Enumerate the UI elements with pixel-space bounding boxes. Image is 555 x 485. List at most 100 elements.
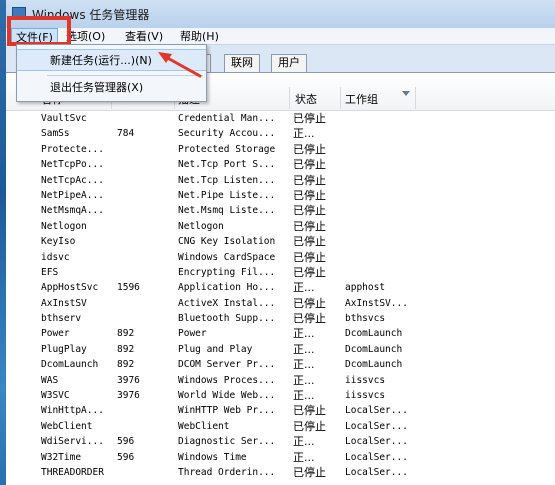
service-status: 已停止: [293, 142, 326, 156]
menu-help[interactable]: 帮助(H): [176, 28, 223, 45]
window-title: Windows 任务管理器: [32, 8, 150, 22]
service-name: AppHostSvc: [41, 282, 99, 294]
service-status: 正...: [293, 450, 315, 464]
service-name: NetTcpAc...: [41, 174, 104, 186]
service-row[interactable]: NetTcpAc... Net.Tcp Listen... 已停止: [6, 173, 555, 188]
service-group: DcomLaunch: [345, 328, 403, 340]
service-status: 已停止: [293, 419, 326, 433]
service-name: SamSs: [41, 128, 70, 140]
service-row[interactable]: WdiServi... 596 Diagnostic Ser... 正... Local…: [6, 434, 555, 449]
service-description: WebClient: [178, 420, 230, 432]
service-description: Windows CardSpace: [178, 251, 276, 263]
service-status: 正...: [293, 127, 315, 141]
service-group: AxInstSV...: [345, 297, 408, 309]
title-bar: Windows 任务管理器: [6, 0, 555, 28]
service-row[interactable]: Power 892 Power 正... DcomLaunch: [6, 326, 555, 341]
column-divider[interactable]: [289, 87, 290, 109]
service-row[interactable]: DcomLaunch 892 DCOM Server Pr... 正... DcomLa…: [6, 357, 555, 372]
service-row[interactable]: W32Time 596 Windows Time 正... LocalSer...: [6, 450, 555, 465]
service-description: Windows Proces...: [178, 374, 276, 386]
tab-networking[interactable]: 联网: [224, 54, 260, 72]
service-pid: 892: [117, 343, 135, 355]
service-status: 正...: [293, 389, 315, 403]
service-group: iissvcs: [345, 374, 386, 386]
service-row[interactable]: WinHttpA... WinHTTP Web Pr... 已停止 LocalSer.…: [6, 403, 555, 418]
column-header-group[interactable]: 工作组: [345, 91, 378, 107]
service-description: ActiveX Instal...: [178, 297, 276, 309]
service-pid: 892: [117, 328, 135, 340]
sort-arrow-icon: [402, 91, 410, 96]
service-name: THREADORDER: [41, 466, 104, 478]
column-header-status[interactable]: 状态: [295, 91, 317, 107]
service-status: 已停止: [293, 296, 326, 310]
service-row[interactable]: WAS 3976 Windows Proces... 正... iissvcs: [6, 373, 555, 388]
service-status: 已停止: [293, 235, 326, 249]
service-description: Net.Tcp Listen...: [178, 174, 276, 186]
service-pid: 596: [117, 451, 135, 463]
service-name: NetTcpPo...: [41, 159, 104, 171]
service-description: WinHTTP Web Pr...: [178, 405, 276, 417]
tab-users[interactable]: 用户: [271, 54, 307, 72]
service-description: Power: [178, 328, 207, 340]
service-name: Protecte...: [41, 143, 104, 155]
service-row[interactable]: NetTcpPo... Net.Tcp Port S... 已停止: [6, 157, 555, 172]
task-manager-window: Windows 任务管理器 文件(F) 选项(O) 查看(V) 帮助(H) 能 …: [6, 0, 555, 485]
service-row[interactable]: SamSs 784 Security Accou... 正...: [6, 126, 555, 141]
menu-item-exit[interactable]: 退出任务管理器(X): [17, 77, 206, 99]
service-name: VaultSvc: [41, 113, 87, 124]
service-row[interactable]: Netlogon Netlogon 已停止: [6, 219, 555, 234]
task-manager-icon: [12, 7, 26, 19]
service-description: CNG Key Isolation: [178, 236, 276, 248]
service-status: 正...: [293, 342, 315, 356]
service-row[interactable]: PlugPlay 892 Plug and Play 正... DcomLaunch: [6, 342, 555, 357]
service-row[interactable]: bthserv Bluetooth Supp... 已停止 bthsvcs: [6, 311, 555, 326]
service-description: World Wide Web...: [178, 390, 276, 402]
service-status: 已停止: [293, 312, 326, 326]
service-description: Diagnostic Ser...: [178, 436, 276, 448]
service-name: idsvc: [41, 251, 70, 263]
menu-file[interactable]: 文件(F): [11, 28, 58, 45]
service-status: 已停止: [293, 158, 326, 172]
service-status: 正...: [293, 281, 315, 295]
service-description: Plug and Play: [178, 343, 253, 355]
service-row[interactable]: WebClient WebClient 已停止 LocalSer...: [6, 419, 555, 434]
menu-view[interactable]: 查看(V): [121, 28, 167, 45]
service-name: KeyIso: [41, 236, 76, 248]
service-description: Windows Time: [178, 451, 247, 463]
service-group: iissvcs: [345, 390, 386, 402]
service-row[interactable]: THREADORDER Thread Orderin... 已停止 LocalSer.…: [6, 465, 555, 480]
service-pid: 784: [117, 128, 135, 140]
service-status: 已停止: [293, 265, 326, 279]
service-name: bthserv: [41, 313, 82, 325]
service-status: 已停止: [293, 465, 326, 479]
service-description: Protected Storage: [178, 143, 276, 155]
service-description: Credential Man...: [178, 113, 276, 124]
service-row[interactable]: Protecte... Protected Storage 已停止: [6, 142, 555, 157]
service-pid: 3976: [117, 390, 140, 402]
service-status: 已停止: [293, 188, 326, 202]
service-row[interactable]: idsvc Windows CardSpace 已停止: [6, 250, 555, 265]
service-status: 已停止: [293, 219, 326, 233]
service-row[interactable]: AxInstSV ActiveX Instal... 已停止 AxInstSV...: [6, 296, 555, 311]
service-name: AxInstSV: [41, 297, 87, 309]
menu-options[interactable]: 选项(O): [62, 28, 109, 45]
service-status: 已停止: [293, 250, 326, 264]
service-status: 正...: [293, 358, 315, 372]
service-row[interactable]: W3SVC 3976 World Wide Web... 正... iissvcs: [6, 388, 555, 403]
column-divider[interactable]: [415, 87, 416, 109]
service-row[interactable]: VaultSvc Credential Man... 已停止: [6, 111, 555, 126]
service-name: W3SVC: [41, 390, 70, 402]
column-divider[interactable]: [340, 87, 341, 109]
service-row[interactable]: NetPipeA... Net.Pipe Liste... 已停止: [6, 188, 555, 203]
service-name: DcomLaunch: [41, 359, 99, 371]
service-group: DcomLaunch: [345, 343, 403, 355]
service-rows: VaultSvc Credential Man... 已停止 SamSs 784 Secu…: [6, 111, 555, 480]
service-row[interactable]: AppHostSvc 1596 Application Ho... 正... appho…: [6, 280, 555, 295]
service-group: LocalSer...: [345, 405, 408, 417]
service-row[interactable]: KeyIso CNG Key Isolation 已停止: [6, 234, 555, 249]
service-name: Power: [41, 328, 70, 340]
service-row[interactable]: EFS Encrypting Fil... 已停止: [6, 265, 555, 280]
service-row[interactable]: NetMsmqA... Net.Msmq Liste... 已停止: [6, 203, 555, 218]
service-name: Netlogon: [41, 220, 87, 232]
service-name: WdiServi...: [41, 436, 104, 448]
